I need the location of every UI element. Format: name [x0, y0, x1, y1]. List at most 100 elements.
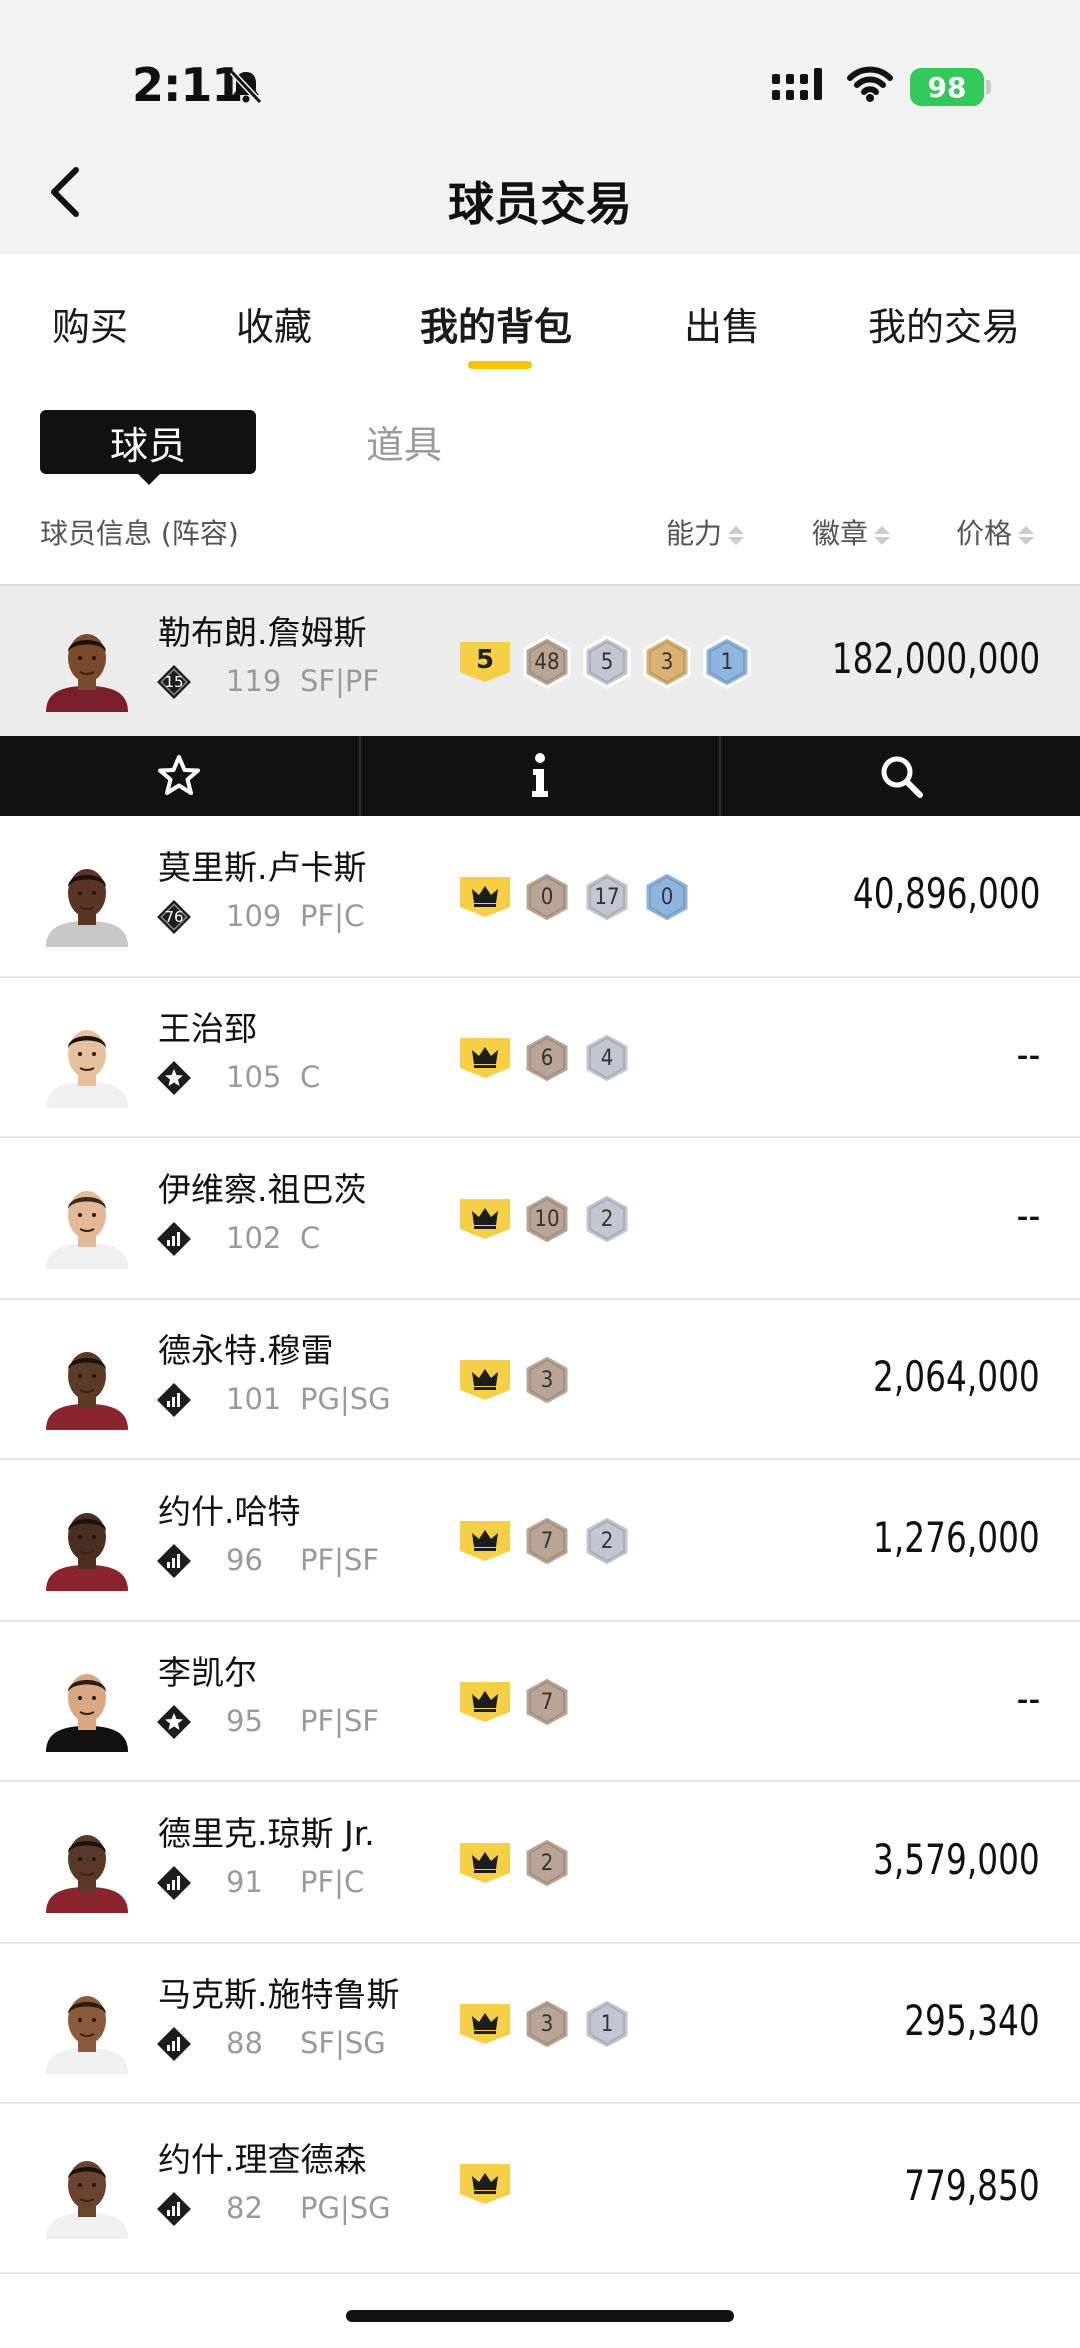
player-row[interactable]: 马克斯.施特鲁斯 88 SF|SG 3 1 295,340: [0, 1944, 1080, 2104]
badge-count: 0: [540, 884, 554, 910]
wifi-icon: [847, 66, 893, 102]
badge-hex: 1: [702, 635, 752, 689]
player-row[interactable]: 李凯尔 95 PF|SF 7 --: [0, 1622, 1080, 1782]
active-tab-indicator: [468, 361, 532, 369]
badge-group: 72: [458, 1514, 632, 1568]
badge-hex: 0: [642, 870, 692, 924]
badge-count: 48: [534, 649, 560, 675]
player-rank-badge: [156, 1060, 192, 1096]
player-rank-number: 15: [164, 673, 184, 691]
badge-count: 10: [534, 1206, 560, 1232]
sort-price[interactable]: 价格: [956, 512, 1035, 552]
crown-flag-icon: [458, 875, 512, 919]
crown-flag-icon: [458, 2162, 512, 2206]
tab-my-trades[interactable]: 我的交易: [868, 296, 1020, 351]
player-price: 3,579,000: [873, 1835, 1040, 1884]
player-row[interactable]: 德里克.琼斯 Jr. 91 PF|C 2 3,579,000: [0, 1782, 1080, 1944]
player-row[interactable]: 莫里斯.卢卡斯 76 109 PF|C 0 17 0 40,896,000: [0, 816, 1080, 978]
segment-player[interactable]: 球员: [40, 410, 256, 474]
page-title: 球员交易: [448, 177, 632, 231]
info-button[interactable]: [361, 736, 722, 816]
favorite-button[interactable]: [0, 736, 361, 816]
badge-hex: 5: [582, 635, 632, 689]
player-price: --: [1016, 1030, 1040, 1079]
player-rating: 119: [226, 664, 282, 698]
player-row[interactable]: 伊维察.祖巴茨 102 C 10 2 --: [0, 1138, 1080, 1300]
badge-hex: 48: [522, 635, 572, 689]
badge-count: 1: [720, 649, 734, 675]
sort-badge-label: 徽章: [812, 517, 869, 550]
crown-flag-icon: [458, 1197, 512, 1241]
player-avatar: [40, 1980, 134, 2074]
top-area: 2:11 98 球员交易: [0, 0, 1080, 254]
tab-my-backpack[interactable]: 我的背包: [420, 296, 572, 351]
player-avatar: [40, 618, 134, 712]
level-flag: 5: [458, 640, 512, 684]
player-rank-badge: [156, 1865, 192, 1901]
sort-badge[interactable]: 徽章: [812, 512, 891, 552]
segment-items[interactable]: 道具: [366, 414, 442, 469]
player-rank-badge: [156, 2026, 192, 2062]
player-position: PG|SG: [300, 2191, 391, 2225]
player-name: 马克斯.施特鲁斯: [158, 1975, 400, 2014]
tab-sell[interactable]: 出售: [684, 296, 760, 351]
player-position: PF|C: [300, 899, 365, 933]
badge-group: 7: [458, 1675, 572, 1729]
badge-group: 2: [458, 1836, 572, 1890]
badge-group: 10 2: [458, 1192, 632, 1246]
badge-hex: 1: [582, 1997, 632, 2051]
row-action-bar: [0, 736, 1080, 816]
player-price: 2,064,000: [873, 1352, 1040, 1401]
player-rating: 109: [226, 899, 282, 933]
badge-hex: 3: [522, 1353, 572, 1407]
badge-hex: 0: [522, 870, 572, 924]
player-price: 779,850: [904, 2161, 1040, 2210]
player-avatar: [40, 853, 134, 947]
badge-hex: 4: [582, 1031, 632, 1085]
player-rank-badge: [156, 1221, 192, 1257]
player-rating: 101: [226, 1382, 282, 1416]
player-rank-badge: [156, 2191, 192, 2227]
player-rank-badge: [156, 1543, 192, 1579]
badge-hex: 2: [522, 1836, 572, 1890]
player-position: PF|SF: [300, 1543, 380, 1577]
player-price: 40,896,000: [852, 869, 1040, 918]
player-row[interactable]: 德永特.穆雷 101 PG|SG 3 2,064,000: [0, 1300, 1080, 1460]
crown-flag-icon: [458, 2002, 512, 2046]
badge-count: 6: [540, 1045, 554, 1071]
level-value: 5: [475, 645, 495, 675]
player-avatar: [40, 2145, 134, 2239]
player-row[interactable]: 勒布朗.詹姆斯 15 119 SF|PF 5 48 5 3 1 182,000,000: [0, 584, 1080, 736]
tab-buy[interactable]: 购买: [52, 296, 128, 351]
player-name: 李凯尔: [158, 1653, 257, 1692]
player-name: 伊维察.祖巴茨: [158, 1170, 367, 1209]
badge-count: 2: [600, 1528, 614, 1554]
player-avatar: [40, 1175, 134, 1269]
player-avatar: [40, 1336, 134, 1430]
search-button[interactable]: [721, 736, 1080, 816]
tab-favorites[interactable]: 收藏: [236, 296, 312, 351]
player-rating: 102: [226, 1221, 282, 1255]
player-price: --: [1016, 1674, 1040, 1723]
info-icon: [532, 753, 548, 797]
home-indicator: [346, 2310, 734, 2322]
bell-slash-icon: [229, 69, 263, 105]
crown-flag-icon: [458, 1358, 512, 1402]
badge-hex: 7: [522, 1514, 572, 1568]
battery-tip: [986, 80, 991, 94]
sort-ability[interactable]: 能力: [666, 512, 745, 552]
badge-group: 0 17 0: [458, 870, 692, 924]
player-position: C: [300, 1060, 321, 1094]
player-rating: 88: [226, 2026, 263, 2060]
battery-indicator: 98: [910, 68, 984, 106]
sort-icon: [1018, 525, 1035, 545]
player-row[interactable]: 王治郅 105 C 6 4 --: [0, 978, 1080, 1138]
badge-count: 17: [594, 884, 620, 910]
tab-bar: 购买 收藏 我的背包 出售 我的交易: [0, 254, 1080, 388]
player-position: C: [300, 1221, 321, 1255]
player-row[interactable]: 约什.哈特 96 PF|SF 7 2 1,276,000: [0, 1460, 1080, 1622]
player-row[interactable]: 约什.理查德森 82 PG|SG 779,850: [0, 2104, 1080, 2274]
player-name: 德里克.琼斯 Jr.: [158, 1814, 375, 1853]
badge-hex: 2: [582, 1192, 632, 1246]
badge-count: 7: [540, 1689, 554, 1715]
